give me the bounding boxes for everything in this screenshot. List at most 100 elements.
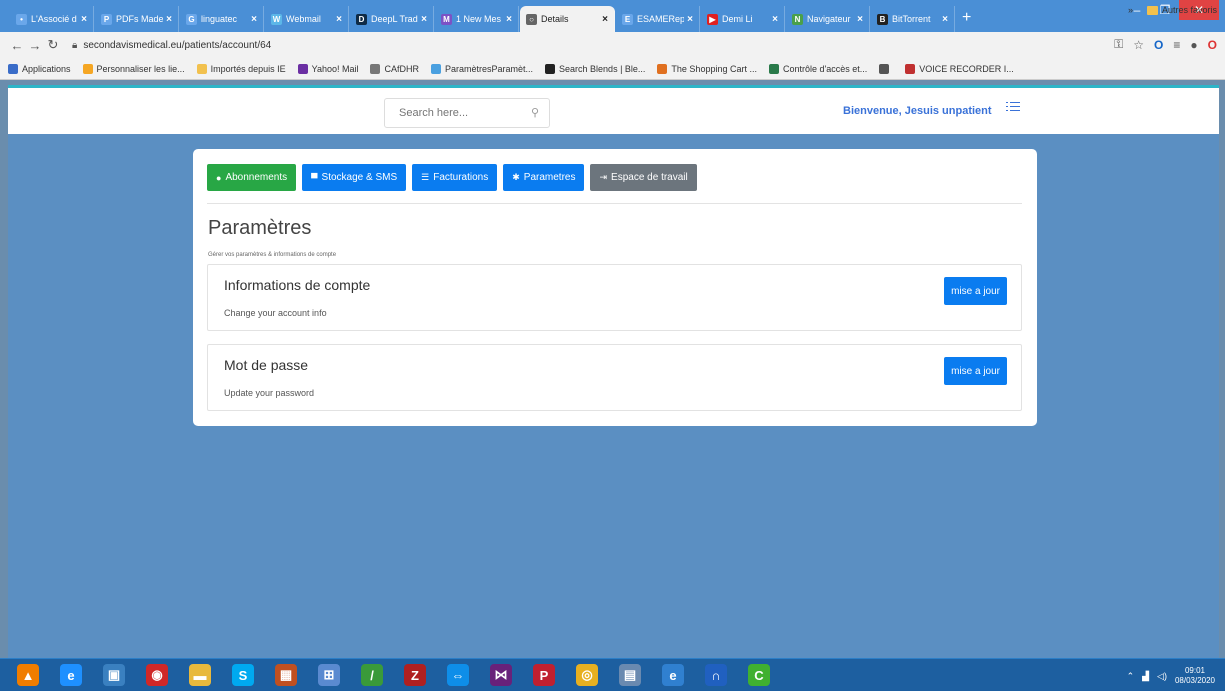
- facturations-tab[interactable]: ☰ Facturations: [412, 164, 498, 191]
- bookmark-item[interactable]: VOICE RECORDER I...: [905, 63, 1014, 74]
- taskbar-app[interactable]: ▲: [10, 660, 46, 690]
- reload-icon[interactable]: ↻: [44, 37, 62, 53]
- taskbar-app[interactable]: ⊞: [311, 660, 347, 690]
- opera-icon[interactable]: O: [1154, 38, 1163, 52]
- tab-icon: ⇥: [599, 172, 608, 182]
- taskbar-app[interactable]: ▦: [268, 660, 304, 690]
- update-account-button[interactable]: mise a jour: [944, 277, 1007, 305]
- bookmark-item[interactable]: [879, 63, 893, 74]
- browser-tab[interactable]: N Navigateur ×: [786, 6, 870, 32]
- bookmark-item[interactable]: Contrôle d'accès et...: [768, 63, 868, 74]
- profile-icon[interactable]: O: [1208, 38, 1217, 52]
- close-tab-icon[interactable]: ×: [942, 14, 948, 25]
- reading-list-icon[interactable]: ≡: [1173, 38, 1180, 52]
- close-tab-icon[interactable]: ×: [857, 14, 863, 25]
- bookmark-label: Yahoo! Mail: [311, 63, 359, 74]
- close-tab-icon[interactable]: ×: [687, 14, 693, 25]
- close-tab-icon[interactable]: ×: [506, 14, 512, 25]
- volume-icon[interactable]: ◁): [1157, 671, 1167, 682]
- browser-tab[interactable]: M 1 New Mes ×: [435, 6, 519, 32]
- taskbar-app[interactable]: ▤: [612, 660, 648, 690]
- update-password-button[interactable]: mise a jour: [944, 357, 1007, 385]
- browser-tab[interactable]: E ESAMERep ×: [616, 6, 700, 32]
- close-tab-icon[interactable]: ×: [421, 14, 427, 25]
- bookmark-label: The Shopping Cart ...: [671, 63, 757, 74]
- bookmark-item[interactable]: ParamètresParamèt...: [431, 63, 534, 74]
- tab-favicon-icon: D: [356, 13, 367, 25]
- forward-icon[interactable]: →: [26, 38, 44, 53]
- taskbar-app[interactable]: ▬: [182, 660, 218, 690]
- close-tab-icon[interactable]: ×: [772, 14, 778, 25]
- calculator-icon: ▦: [275, 664, 297, 686]
- account-tabs: ● Abonnements ▀ Stockage & SMS ☰ Facturations…: [207, 164, 697, 191]
- tab-title: PDFs Made: [116, 14, 164, 24]
- system-tray: ⌃ ▟ ◁) 09:01 08/03/2020: [1127, 666, 1215, 686]
- close-tab-icon[interactable]: ×: [251, 14, 257, 25]
- network-status-icon[interactable]: ▟: [1142, 671, 1149, 682]
- tab-icon: ✱: [512, 172, 520, 182]
- other-bookmarks-folder[interactable]: Autres favoris: [1146, 5, 1217, 16]
- clock[interactable]: 09:01 08/03/2020: [1175, 666, 1215, 686]
- browser-tab[interactable]: D DeepL Trad ×: [350, 6, 434, 32]
- taskbar-app[interactable]: Z: [397, 660, 433, 690]
- taskbar-app[interactable]: C: [741, 660, 777, 690]
- browser-tab[interactable]: Glinguatec ×: [180, 6, 264, 32]
- browser-tab[interactable]: • L'Associé d ×: [10, 6, 94, 32]
- tab-favicon-icon: M: [441, 13, 452, 25]
- parametres-tab[interactable]: ✱ Parametres: [503, 164, 585, 191]
- taskbar-app[interactable]: ◉: [139, 660, 175, 690]
- taskbar-app[interactable]: S: [225, 660, 261, 690]
- extension-icon[interactable]: ●: [1190, 38, 1197, 52]
- url-field[interactable]: secondavismedical.eu/patients/account/64: [83, 40, 271, 51]
- back-icon[interactable]: ←: [8, 38, 26, 53]
- star-icon[interactable]: ☆: [1133, 38, 1144, 52]
- taskbar-app[interactable]: ⇔: [440, 660, 476, 690]
- tab-title: L'Associé d: [31, 14, 77, 24]
- folder-icon: [1146, 6, 1158, 16]
- key-icon[interactable]: ⚿: [1114, 37, 1123, 52]
- chevron-up-icon[interactable]: ⌃: [1127, 671, 1135, 682]
- bookmark-item[interactable]: Personnaliser les lie...: [82, 63, 185, 74]
- taskbar-app[interactable]: e: [53, 660, 89, 690]
- bookmark-label: Contrôle d'accès et...: [782, 63, 868, 74]
- browser-tab[interactable]: ▶ Demi Li ×: [701, 6, 785, 32]
- bookmark-label: Applications: [22, 63, 71, 74]
- menu-list-icon[interactable]: [1006, 102, 1020, 114]
- bookmark-item[interactable]: The Shopping Cart ...: [657, 63, 757, 74]
- vlc-icon: ▲: [17, 664, 39, 686]
- taskbar-app[interactable]: e: [655, 660, 691, 690]
- bookmark-item[interactable]: CAfDHR: [370, 63, 419, 74]
- browser-tab[interactable]: W Webmail ×: [265, 6, 349, 32]
- more-bookmarks-button[interactable]: »: [1128, 5, 1133, 15]
- welcome-message[interactable]: Bienvenue, Jesuis unpatient: [843, 105, 992, 117]
- bookmark-item[interactable]: Search Blends | Ble...: [545, 63, 645, 74]
- taskbar-app[interactable]: ∩: [698, 660, 734, 690]
- bookmark-label: ParamètresParamèt...: [445, 63, 534, 74]
- section-title: Mot de passe: [224, 357, 309, 373]
- bookmark-item[interactable]: Applications: [8, 63, 71, 74]
- abonnements-tab[interactable]: ● Abonnements: [207, 164, 297, 191]
- close-tab-icon[interactable]: ×: [81, 14, 87, 25]
- taskbar-app[interactable]: P: [526, 660, 562, 690]
- browser-tab[interactable]: ○ Details ×: [520, 6, 615, 32]
- taskbar-app[interactable]: /: [354, 660, 390, 690]
- bookmark-item[interactable]: Yahoo! Mail: [297, 63, 359, 74]
- search-input[interactable]: [385, 99, 515, 127]
- taskbar-app[interactable]: ▣: [96, 660, 132, 690]
- browser-tab[interactable]: B BitTorrent ×: [871, 6, 955, 32]
- new-tab-button[interactable]: +: [962, 9, 971, 27]
- section-title: Informations de compte: [224, 277, 371, 293]
- espace-de-travail-tab[interactable]: ⇥ Espace de travail: [590, 164, 697, 191]
- taskbar-app[interactable]: ◎: [569, 660, 605, 690]
- taskbar-app[interactable]: ⋈: [483, 660, 519, 690]
- stockage-sms-tab[interactable]: ▀ Stockage & SMS: [302, 164, 407, 191]
- bookmark-item[interactable]: Importés depuis IE: [196, 63, 286, 74]
- search-icon[interactable]: ⚲: [531, 106, 539, 119]
- address-bar: ← → ↻ 🔒︎ secondavismedical.eu/patients/a…: [0, 32, 1225, 58]
- close-tab-icon[interactable]: ×: [602, 14, 608, 25]
- browser-tab[interactable]: P PDFs Made ×: [95, 6, 179, 32]
- close-tab-icon[interactable]: ×: [166, 14, 172, 25]
- tab-favicon-icon: G: [186, 13, 197, 25]
- close-tab-icon[interactable]: ×: [336, 14, 342, 25]
- bookmark-favicon-icon: [196, 63, 207, 74]
